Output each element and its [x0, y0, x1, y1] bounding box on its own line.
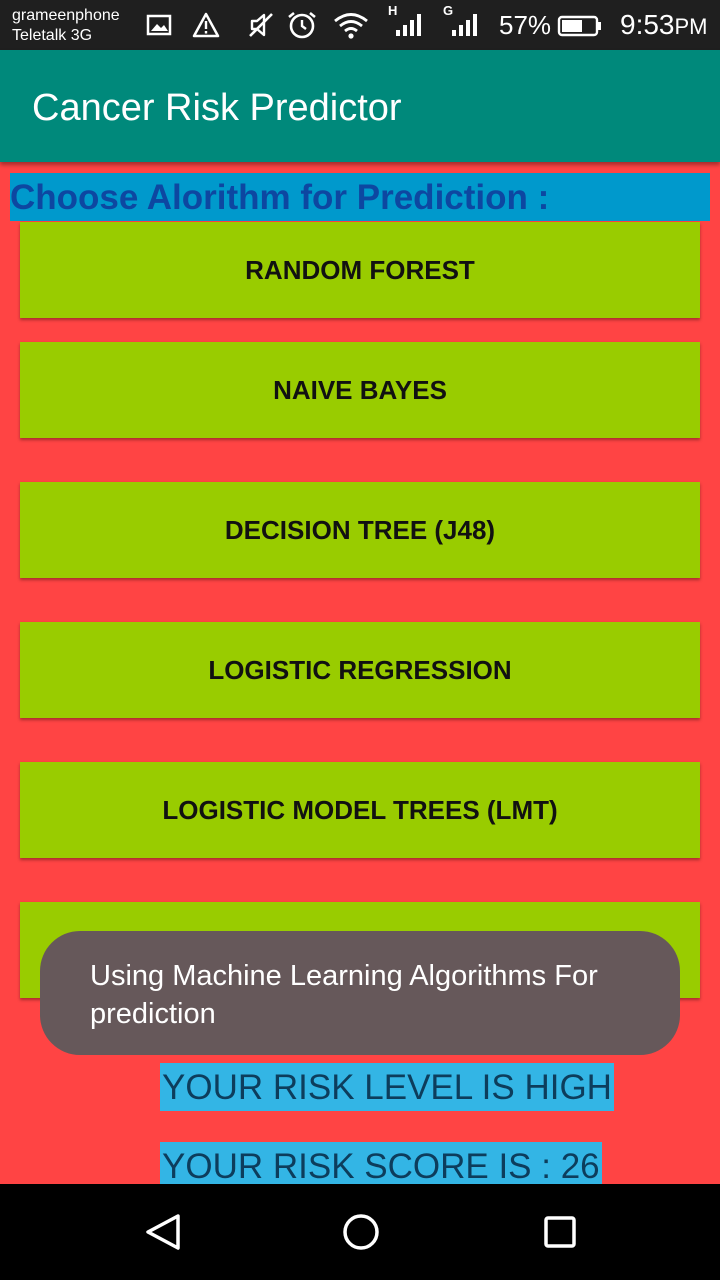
signal-icon [396, 14, 421, 36]
clock: 9:53PM [620, 9, 708, 43]
decision-tree-button[interactable]: DECISION TREE (J48) [20, 482, 700, 578]
image-icon [146, 14, 172, 36]
carrier-1: grameenphone [12, 7, 120, 24]
risk-level-label: YOUR RISK LEVEL IS HIGH [160, 1063, 614, 1111]
app-title: Cancer Risk Predictor [32, 87, 402, 129]
signal-icon [452, 14, 477, 36]
battery-percent: 57% [499, 10, 552, 40]
risk-score-label: YOUR RISK SCORE IS : 26 [160, 1142, 602, 1184]
clock-suffix: PM [674, 14, 708, 39]
warning-icon [192, 12, 220, 38]
recents-icon[interactable] [526, 1198, 594, 1266]
toast-message: Using Machine Learning Algorithms For pr… [40, 931, 680, 1055]
home-icon[interactable] [327, 1198, 395, 1266]
logistic-regression-button[interactable]: LOGISTIC REGRESSION [20, 622, 700, 718]
algorithm-heading: Choose Alorithm for Prediction : [10, 173, 710, 221]
wifi-icon [334, 13, 368, 39]
navigation-bar [0, 1184, 720, 1280]
back-icon[interactable] [128, 1198, 196, 1266]
carrier-names: grameenphone Teletalk 3G [12, 6, 120, 46]
mute-icon [249, 13, 273, 37]
app-bar: Cancer Risk Predictor [0, 50, 720, 162]
naive-bayes-button[interactable]: NAIVE BAYES [20, 342, 700, 438]
carrier-2: Teletalk 3G [12, 27, 93, 44]
random-forest-button[interactable]: RANDOM FOREST [20, 222, 700, 318]
clock-time: 9:53 [620, 9, 675, 40]
battery-icon [557, 15, 601, 37]
logistic-model-trees-button[interactable]: LOGISTIC MODEL TREES (LMT) [20, 762, 700, 858]
alarm-icon [288, 11, 316, 39]
status-bar: grameenphone Teletalk 3G H G 57% 9:53PM [0, 0, 720, 50]
